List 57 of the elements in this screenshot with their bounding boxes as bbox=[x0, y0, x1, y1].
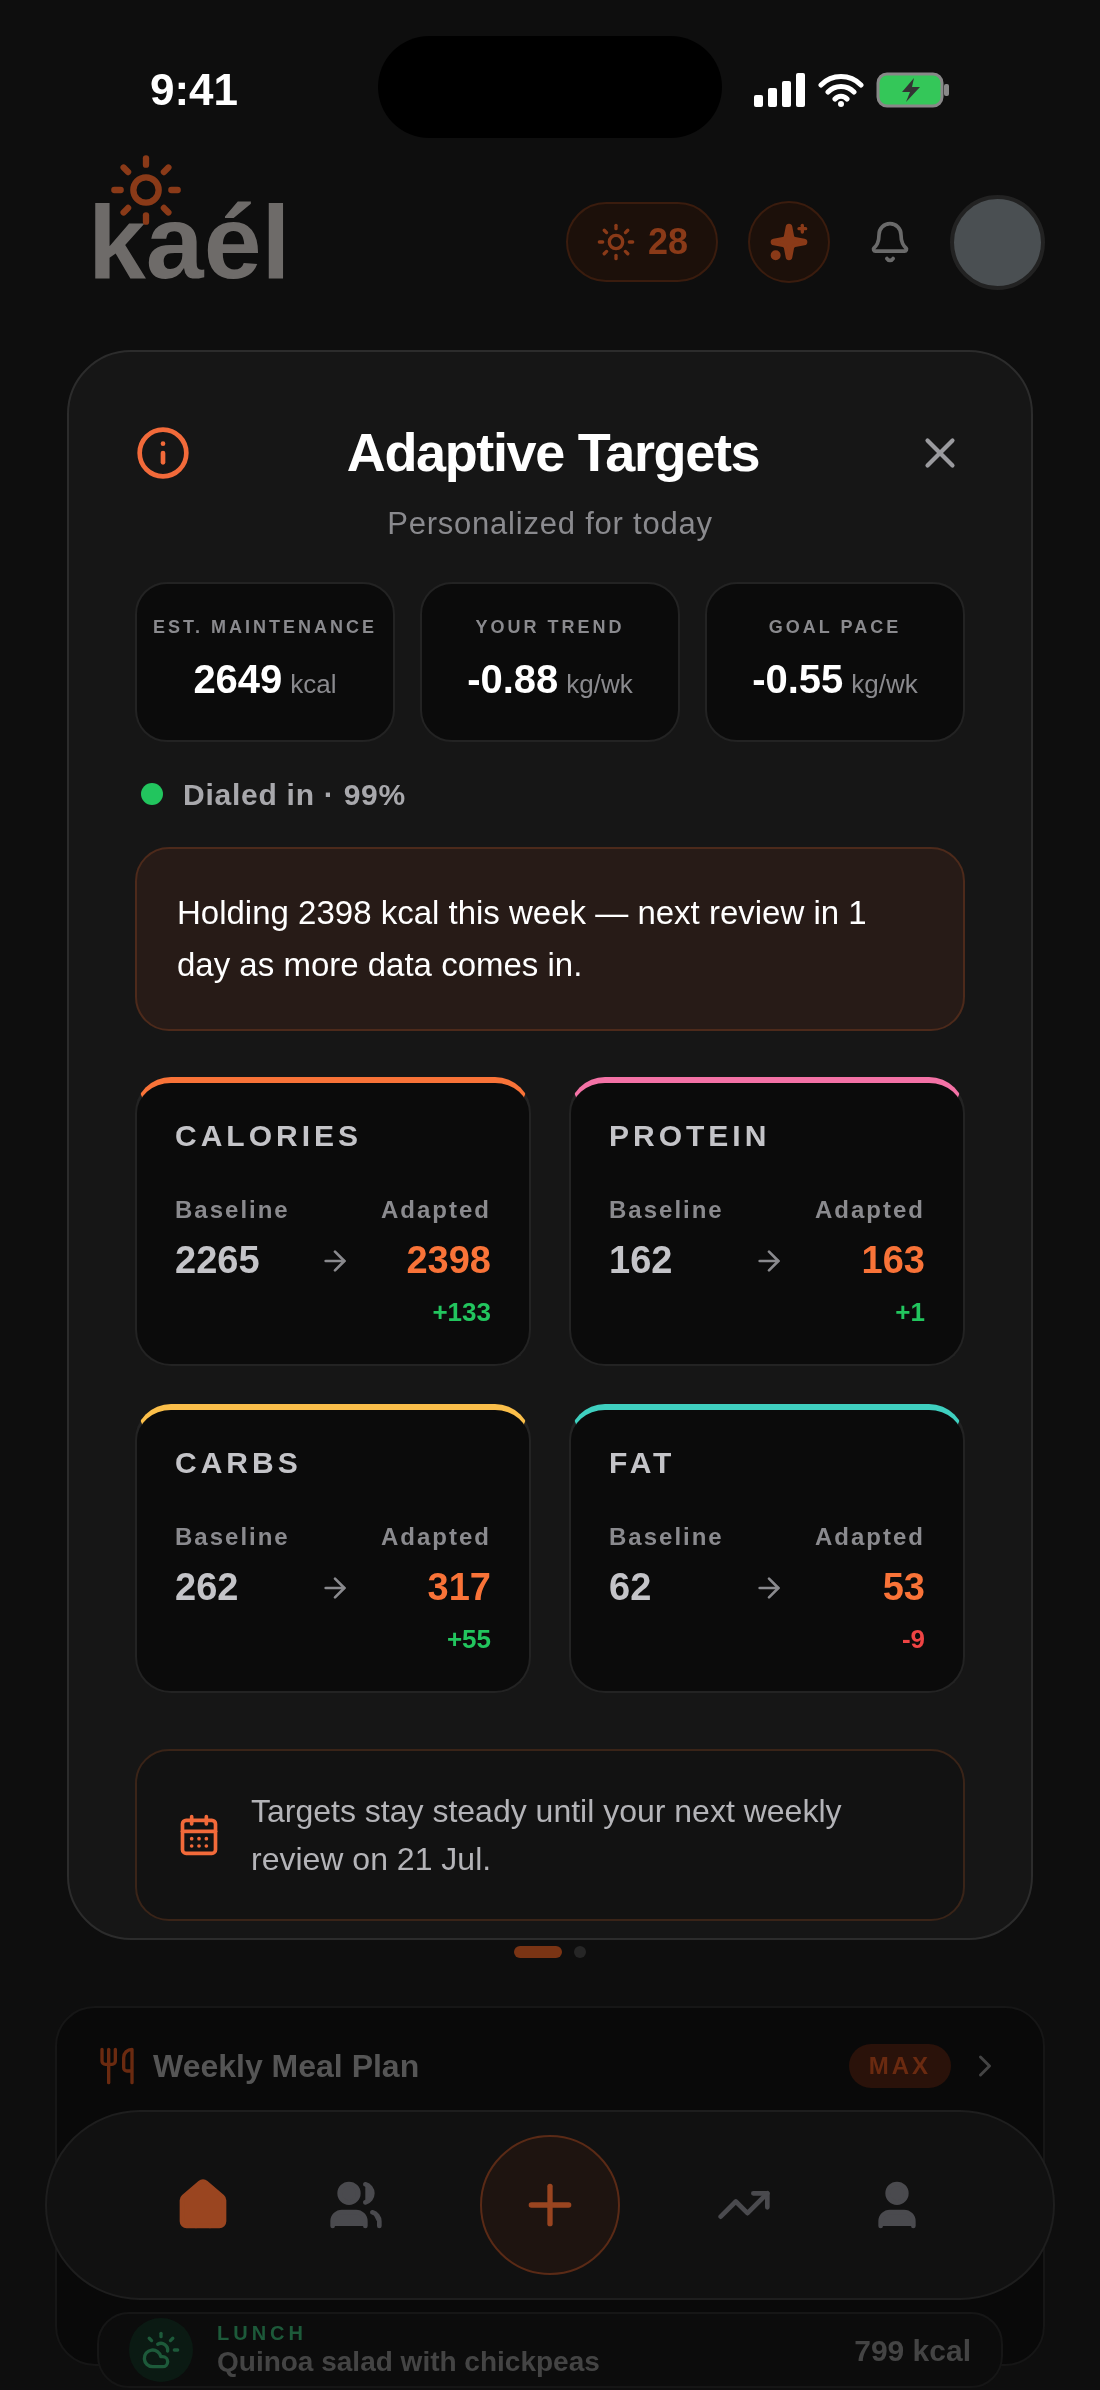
max-badge: MAX bbox=[848, 2044, 951, 2088]
page-indicator[interactable] bbox=[514, 1946, 562, 1958]
meal-name: Quinoa salad with chickpeas bbox=[217, 2345, 601, 2379]
page-indicator[interactable] bbox=[574, 1946, 586, 1958]
baseline-label: Baseline bbox=[609, 1194, 724, 1225]
dialog-title: Adaptive Targets bbox=[346, 421, 760, 484]
stat-label: EST. MAINTENANCE bbox=[153, 616, 377, 639]
adapted-value: 317 bbox=[427, 1564, 491, 1610]
change-value: +1 bbox=[895, 1295, 925, 1329]
battery-icon bbox=[876, 72, 950, 108]
utensils-icon bbox=[97, 2046, 137, 2086]
stat-unit: kg/wk bbox=[566, 668, 633, 701]
macro-name: FAT bbox=[609, 1444, 677, 1481]
meal-label: LUNCH bbox=[217, 2321, 308, 2345]
adapted-value: 2398 bbox=[406, 1237, 491, 1283]
meal-row[interactable]: LUNCH Quinoa salad with chickpeas 799 kcal bbox=[97, 2312, 1003, 2388]
sun-icon bbox=[595, 222, 636, 262]
baseline-value: 162 bbox=[609, 1237, 674, 1283]
macro-name: PROTEIN bbox=[609, 1117, 772, 1154]
streak-badge[interactable]: 28 bbox=[565, 202, 718, 282]
change-value: -9 bbox=[901, 1622, 925, 1656]
stat-label: GOAL PACE bbox=[768, 616, 902, 639]
baseline-value: 262 bbox=[175, 1564, 240, 1610]
schedule-text: Targets stay steady until your next weekly review on 21 Jul. bbox=[251, 1791, 843, 1879]
baseline-label: Baseline bbox=[175, 1521, 290, 1552]
stat-value: -0.88 bbox=[467, 656, 559, 703]
stat-value: -0.55 bbox=[752, 656, 844, 703]
adapted-label: Adapted bbox=[815, 1521, 925, 1552]
stat-value: 2649 bbox=[193, 656, 283, 703]
sparkle-icon bbox=[769, 222, 809, 262]
signal-icon bbox=[754, 73, 806, 107]
macro-name: CALORIES bbox=[175, 1117, 363, 1154]
meal-calories: 799 kcal bbox=[854, 2332, 971, 2369]
stat-unit: kg/wk bbox=[851, 668, 918, 701]
adapted-value: 53 bbox=[882, 1564, 925, 1610]
stat-label: YOUR TREND bbox=[475, 616, 625, 639]
dialog-subtitle: Personalized for today bbox=[387, 506, 713, 541]
stat-unit: kcal bbox=[290, 668, 337, 701]
adapted-label: Adapted bbox=[381, 1521, 491, 1552]
adapted-label: Adapted bbox=[815, 1194, 925, 1225]
baseline-value: 2265 bbox=[175, 1237, 261, 1283]
status-text: Dialed in · 99% bbox=[183, 776, 406, 813]
info-icon[interactable] bbox=[135, 424, 191, 481]
status-time: 9:41 bbox=[150, 64, 239, 116]
app-logo: kaél bbox=[88, 190, 291, 294]
macro-name: CARBS bbox=[175, 1444, 303, 1481]
meal-plan-title: Weekly Meal Plan bbox=[153, 2047, 420, 2086]
review-note: Holding 2398 kcal this week — next review in 1 day as more data comes in. bbox=[135, 846, 965, 1031]
baseline-label: Baseline bbox=[609, 1521, 724, 1552]
baseline-value: 62 bbox=[609, 1564, 653, 1610]
change-value: +133 bbox=[432, 1295, 491, 1329]
weather-icon bbox=[141, 2330, 181, 2370]
baseline-label: Baseline bbox=[175, 1194, 290, 1225]
change-value: +55 bbox=[446, 1622, 491, 1656]
wifi-icon bbox=[818, 73, 864, 107]
adapted-value: 163 bbox=[861, 1237, 925, 1283]
adapted-label: Adapted bbox=[381, 1194, 491, 1225]
